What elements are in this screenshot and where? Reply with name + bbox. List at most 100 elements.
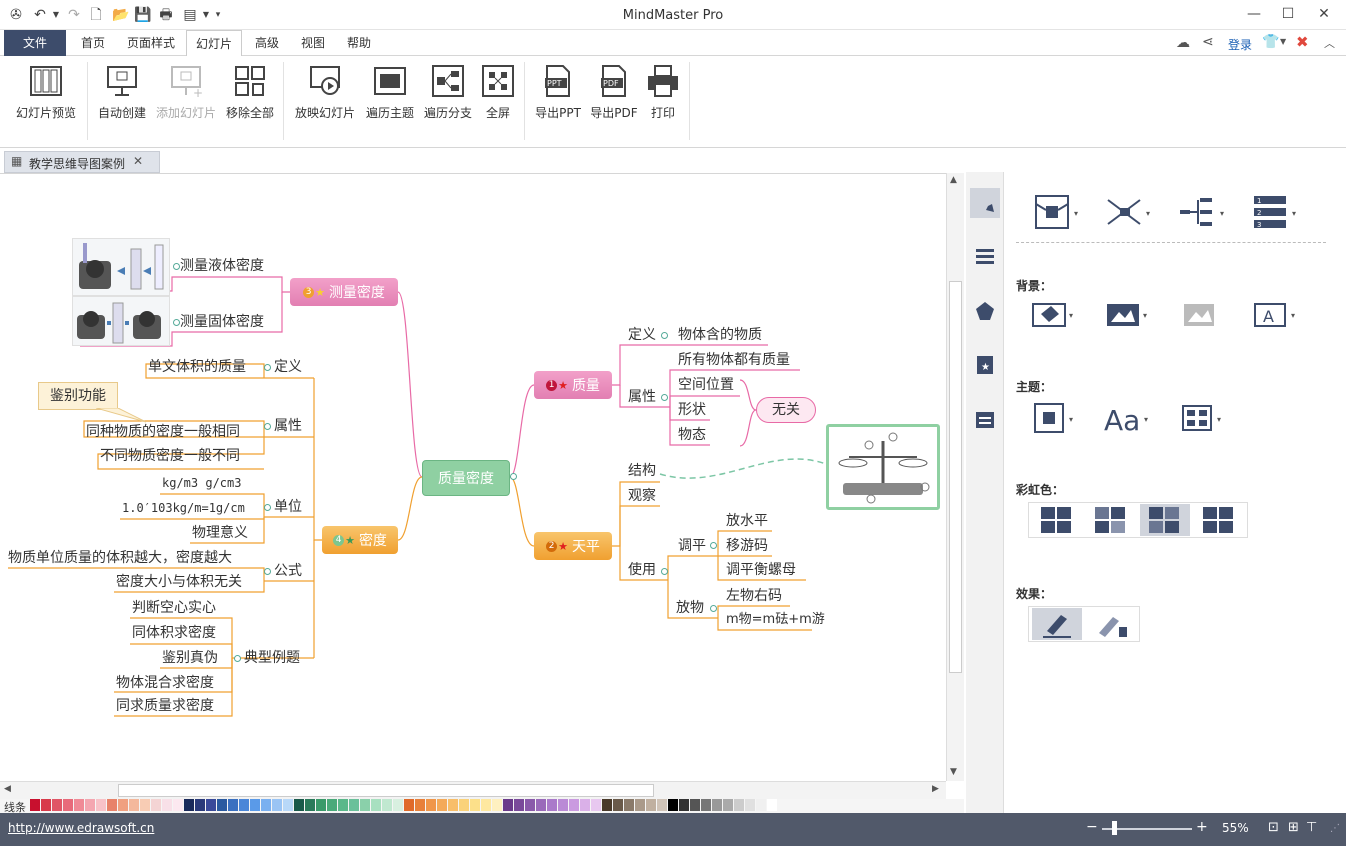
palette-swatch[interactable] [316, 799, 326, 811]
scroll-up-icon[interactable]: ▲ [950, 175, 957, 185]
palette-swatch[interactable] [206, 799, 216, 811]
palette-swatch[interactable] [96, 799, 106, 811]
remove-background-icon[interactable] [1180, 298, 1220, 332]
topic-density[interactable]: 4 ★ 密度 [322, 526, 398, 554]
tasks-tab-icon[interactable] [970, 404, 1000, 434]
palette-swatch[interactable] [679, 799, 689, 811]
palette-swatch[interactable] [250, 799, 260, 811]
palette-swatch[interactable] [118, 799, 128, 811]
solid-measurement-image[interactable] [72, 296, 170, 346]
palette-swatch[interactable] [393, 799, 403, 811]
zoom-out-icon[interactable]: − [1086, 819, 1098, 835]
node-adj3[interactable]: 调平衡螺母 [726, 560, 796, 580]
marks-tab-icon[interactable]: ★ [970, 350, 1000, 380]
palette-swatch[interactable] [624, 799, 634, 811]
palette-swatch[interactable] [657, 799, 667, 811]
node-ex4[interactable]: 物体混合求密度 [116, 673, 214, 693]
collapse-toggle[interactable] [173, 263, 180, 270]
document-tab[interactable]: ▦ 教学思维导图案例 ✕ [4, 151, 160, 173]
node-formula1[interactable]: 物质单位质量的体积越大，密度越大 [8, 548, 232, 568]
palette-swatch[interactable] [558, 799, 568, 811]
palette-swatch[interactable] [415, 799, 425, 811]
collapse-toggle[interactable] [264, 423, 271, 430]
skin-icon[interactable]: 👕 [1262, 34, 1279, 50]
node-unit-label[interactable]: 单位 [274, 497, 302, 517]
page-style-tab-icon[interactable] [970, 188, 1000, 218]
palette-swatch[interactable] [756, 799, 766, 811]
node-ex1[interactable]: 判断空心实心 [132, 598, 216, 618]
palette-swatch[interactable] [591, 799, 601, 811]
cloud-icon[interactable]: ☁ [1176, 35, 1190, 51]
share-icon[interactable]: ⋖ [1202, 34, 1214, 50]
palette-swatch[interactable] [569, 799, 579, 811]
palette-swatch[interactable] [426, 799, 436, 811]
node-def-label[interactable]: 定义 [274, 357, 302, 377]
node-adj2[interactable]: 移游码 [726, 536, 768, 556]
clipart-tab-icon[interactable] [970, 296, 1000, 326]
zoom-level[interactable]: 55% [1222, 821, 1249, 835]
palette-swatch[interactable] [151, 799, 161, 811]
scroll-down-icon[interactable]: ▼ [950, 767, 957, 777]
play-slides-button[interactable]: 放映幻灯片 [290, 64, 360, 121]
collapse-toggle[interactable] [173, 319, 180, 326]
background-image-icon[interactable]: ▾ [1104, 298, 1152, 332]
palette-swatch[interactable] [195, 799, 205, 811]
node-prop-label[interactable]: 属性 [274, 416, 302, 436]
node-mass-p2[interactable]: 形状 [678, 400, 706, 420]
palette-swatches[interactable] [30, 799, 778, 811]
effect-sketch-icon[interactable] [1086, 608, 1136, 640]
remove-all-button[interactable]: 移除全部 [215, 64, 285, 121]
palette-swatch[interactable] [217, 799, 227, 811]
collapse-toggle[interactable] [661, 332, 668, 339]
palette-swatch[interactable] [239, 799, 249, 811]
add-slide-button[interactable]: + 添加幻灯片 [151, 64, 221, 121]
horizontal-scroll-thumb[interactable] [118, 784, 654, 797]
node-unit2[interactable]: 1.0′103kg/m=1g/cm [122, 498, 245, 518]
node-ex2[interactable]: 同体积求密度 [132, 623, 216, 643]
menu-advanced[interactable]: 高级 [246, 30, 288, 56]
palette-swatch[interactable] [107, 799, 117, 811]
mindmap-canvas[interactable]: 质量密度 1 ★ 质量 2 ★ 天平 3 ★ 测量密度 4 ★ 密度 测量液体密度 测量固体密度… [0, 173, 946, 781]
node-mass-def[interactable]: 物体含的物质 [678, 325, 762, 345]
node-bal-observe[interactable]: 观察 [628, 486, 656, 506]
collapse-toggle[interactable] [710, 605, 717, 612]
node-place1[interactable]: 左物右码 [726, 586, 782, 606]
print-button[interactable]: 打印 [628, 64, 698, 121]
layout-right-icon[interactable]: ▾ [1176, 190, 1230, 234]
menu-help[interactable]: 帮助 [338, 30, 380, 56]
palette-swatch[interactable] [184, 799, 194, 811]
central-topic[interactable]: 质量密度 [422, 460, 510, 496]
palette-swatch[interactable] [283, 799, 293, 811]
effect-normal-icon[interactable] [1032, 608, 1082, 640]
palette-swatch[interactable] [459, 799, 469, 811]
collapse-toggle[interactable] [264, 568, 271, 575]
palette-swatch[interactable] [162, 799, 172, 811]
node-mass-p0[interactable]: 所有物体都有质量 [678, 350, 790, 370]
node-example-label[interactable]: 典型例题 [244, 648, 300, 668]
menu-home[interactable]: 首页 [72, 30, 114, 56]
fit-width-icon[interactable]: ⊞ [1288, 820, 1299, 835]
node-mass-prop-label[interactable]: 属性 [628, 387, 656, 407]
collapse-toggle[interactable] [661, 394, 668, 401]
palette-swatch[interactable] [140, 799, 150, 811]
palette-swatch[interactable] [305, 799, 315, 811]
node-ex5[interactable]: 同求质量求密度 [116, 696, 214, 716]
vertical-scrollbar[interactable]: ▲ ▼ [946, 173, 964, 781]
layout-mindmap-icon[interactable]: ▾ [1030, 190, 1084, 234]
palette-swatch[interactable] [723, 799, 733, 811]
node-def-text[interactable]: 单文体积的质量 [148, 357, 246, 377]
rainbow-multi-icon[interactable] [1194, 504, 1244, 536]
palette-swatch[interactable] [272, 799, 282, 811]
rainbow-single-icon[interactable] [1032, 504, 1082, 536]
vertical-scroll-thumb[interactable] [949, 281, 962, 673]
callout-identify[interactable]: 鉴别功能 [38, 382, 118, 410]
node-bal-adjust[interactable]: 调平 [678, 536, 706, 556]
topic-mass[interactable]: 1 ★ 质量 [534, 371, 612, 399]
palette-swatch[interactable] [261, 799, 271, 811]
node-place2[interactable]: m物=m砝+m游 [726, 610, 825, 630]
zoom-slider-handle[interactable] [1112, 821, 1117, 835]
node-ex3[interactable]: 鉴别真伪 [162, 648, 218, 668]
node-bal-place[interactable]: 放物 [676, 598, 704, 618]
palette-swatch[interactable] [668, 799, 678, 811]
palette-swatch[interactable] [767, 799, 777, 811]
